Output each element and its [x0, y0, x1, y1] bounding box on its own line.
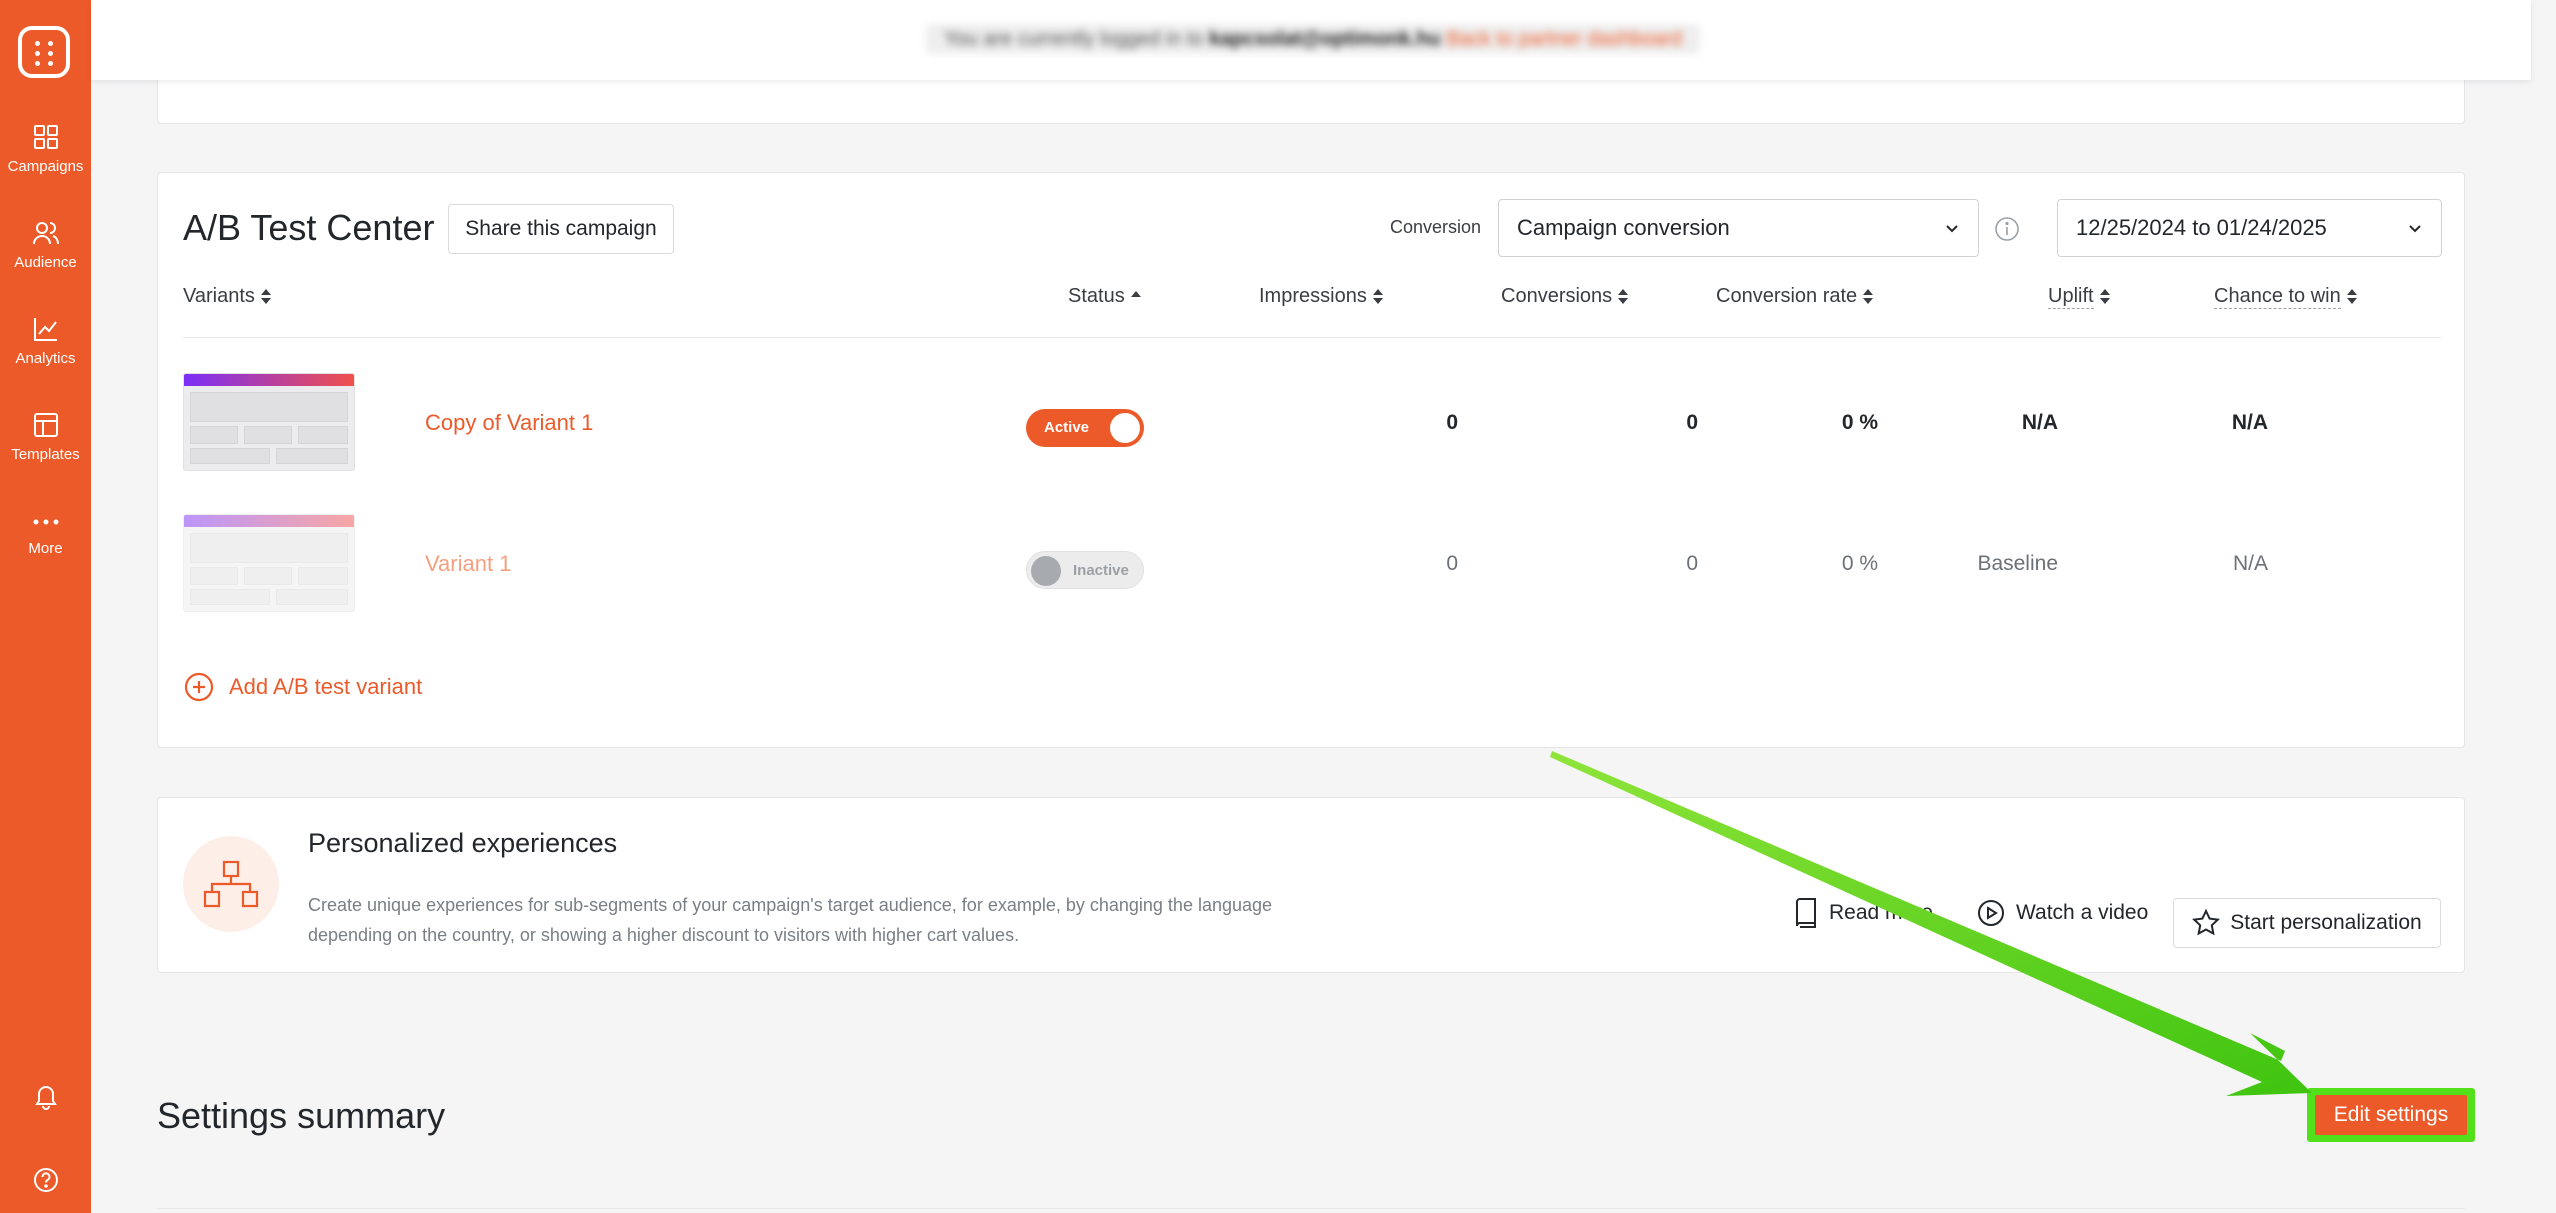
ab-test-center-card: A/B Test Center Share this campaign Conv…	[157, 172, 2465, 748]
column-header-impressions[interactable]: Impressions	[1259, 285, 1383, 308]
sort-icon	[1372, 288, 1383, 305]
ab-test-title: A/B Test Center	[183, 207, 435, 248]
sidebar-item-templates[interactable]: Templates	[0, 412, 91, 463]
top-bar: You are currently logged in to kapcsolat…	[91, 0, 2531, 80]
header-divider	[183, 337, 2441, 338]
edit-settings-button[interactable]: Edit settings	[2315, 1095, 2467, 1135]
start-personalization-label: Start personalization	[2230, 911, 2422, 934]
back-to-partner-link[interactable]: Back to partner dashboard	[1446, 28, 1682, 50]
impressions-value: 0	[1446, 411, 1458, 434]
star-icon	[2192, 909, 2221, 936]
line-chart-icon	[33, 318, 57, 341]
sidebar-item-more[interactable]: More	[0, 512, 91, 557]
sidebar-item-label: Audience	[14, 254, 77, 271]
variant-name-link[interactable]: Variant 1	[425, 551, 511, 577]
more-dots-icon	[33, 519, 58, 525]
play-circle-icon	[1978, 900, 2004, 926]
variant-status-toggle[interactable]: Inactive	[1026, 551, 1144, 589]
grid-icon	[33, 125, 58, 149]
chevron-down-icon	[2409, 225, 2421, 233]
date-range-value: 12/25/2024 to 01/24/2025	[2076, 215, 2327, 240]
info-icon[interactable]	[1994, 216, 2020, 242]
personalized-title: Personalized experiences	[308, 828, 618, 858]
help-button[interactable]	[0, 1166, 91, 1194]
variant-status-toggle[interactable]: Active	[1026, 409, 1144, 447]
sidebar-item-label: Campaigns	[7, 158, 84, 175]
sort-icon	[1618, 288, 1629, 305]
start-personalization-button[interactable]: Start personalization	[2173, 898, 2441, 948]
personalized-experiences-card: Personalized experiences Create unique e…	[157, 797, 2465, 973]
hierarchy-icon	[183, 836, 279, 932]
help-circle-icon	[33, 1168, 58, 1192]
plus-circle-icon	[184, 672, 214, 702]
personalized-description: Create unique experiences for sub-segmen…	[308, 895, 1273, 945]
book-icon	[1796, 898, 1816, 928]
sort-icon	[2099, 289, 2110, 305]
sidebar-item-audience[interactable]: Audience	[0, 220, 91, 271]
impressions-value: 0	[1446, 552, 1458, 575]
chance-to-win-value: N/A	[2231, 411, 2268, 434]
date-range-select[interactable]: 12/25/2024 to 01/24/2025	[2057, 199, 2442, 257]
sidebar: Campaigns Audience Analytics Templates M…	[0, 0, 91, 1213]
impersonation-notice: You are currently logged in to kapcsolat…	[926, 24, 1701, 54]
chevron-down-icon	[1946, 225, 1958, 233]
uplift-value: N/A	[2021, 411, 2058, 434]
notifications-button[interactable]	[0, 1082, 91, 1110]
sidebar-item-label: Templates	[11, 446, 80, 463]
chance-to-win-value: N/A	[2232, 552, 2268, 575]
conversion-label: Conversion	[1390, 217, 1482, 237]
status-label: Active	[1044, 419, 1090, 436]
variant-thumbnail[interactable]	[183, 373, 355, 471]
column-header-variants[interactable]: Variants	[183, 285, 271, 308]
sidebar-item-campaigns[interactable]: Campaigns	[0, 124, 91, 175]
watch-video-label: Watch a video	[2016, 901, 2149, 924]
sort-icon	[260, 288, 271, 305]
section-divider	[157, 1208, 2465, 1209]
conversion-select-value: Campaign conversion	[1517, 215, 1730, 240]
sidebar-item-label: Analytics	[15, 350, 76, 367]
add-ab-variant-button[interactable]: Add A/B test variant	[183, 671, 422, 703]
sort-ascending-icon	[1130, 289, 1141, 305]
column-header-conversions[interactable]: Conversions	[1501, 285, 1629, 308]
status-label: Inactive	[1073, 562, 1129, 579]
add-variant-label: Add A/B test variant	[229, 674, 423, 699]
column-header-uplift[interactable]: Uplift	[2048, 285, 2110, 309]
sidebar-item-analytics[interactable]: Analytics	[0, 316, 91, 367]
logo-icon[interactable]	[18, 26, 70, 78]
variant-thumbnail[interactable]	[183, 514, 355, 612]
edit-settings-highlight: Edit settings	[2307, 1088, 2475, 1142]
sort-icon	[2346, 289, 2357, 305]
conversions-value: 0	[1686, 552, 1698, 575]
notice-text: You are currently logged in to	[944, 28, 1209, 50]
layout-icon	[33, 413, 58, 437]
column-header-chance-to-win[interactable]: Chance to win	[2214, 285, 2357, 309]
sort-icon	[1863, 288, 1874, 305]
watch-video-link[interactable]: Watch a video	[1976, 898, 2148, 928]
conversion-select[interactable]: Campaign conversion	[1498, 199, 1979, 257]
notice-email: kapcsolat@optimonk.hu	[1209, 28, 1441, 50]
read-more-label: Read more	[1829, 901, 1933, 924]
column-header-conversion-rate[interactable]: Conversion rate	[1716, 285, 1874, 308]
conversions-value: 0	[1686, 411, 1698, 434]
sidebar-item-label: More	[28, 540, 63, 557]
bell-icon	[34, 1086, 57, 1110]
read-more-link[interactable]: Read more	[1793, 898, 1933, 928]
uplift-value: Baseline	[1977, 552, 2058, 575]
column-header-status[interactable]: Status	[1068, 285, 1141, 308]
share-campaign-button[interactable]: Share this campaign	[448, 204, 674, 254]
settings-summary-title: Settings summary	[157, 1095, 446, 1136]
conversion-rate-value: 0 %	[1841, 552, 1878, 575]
variant-name-link[interactable]: Copy of Variant 1	[425, 410, 593, 436]
users-icon	[32, 222, 59, 245]
conversion-rate-value: 0 %	[1841, 411, 1878, 434]
